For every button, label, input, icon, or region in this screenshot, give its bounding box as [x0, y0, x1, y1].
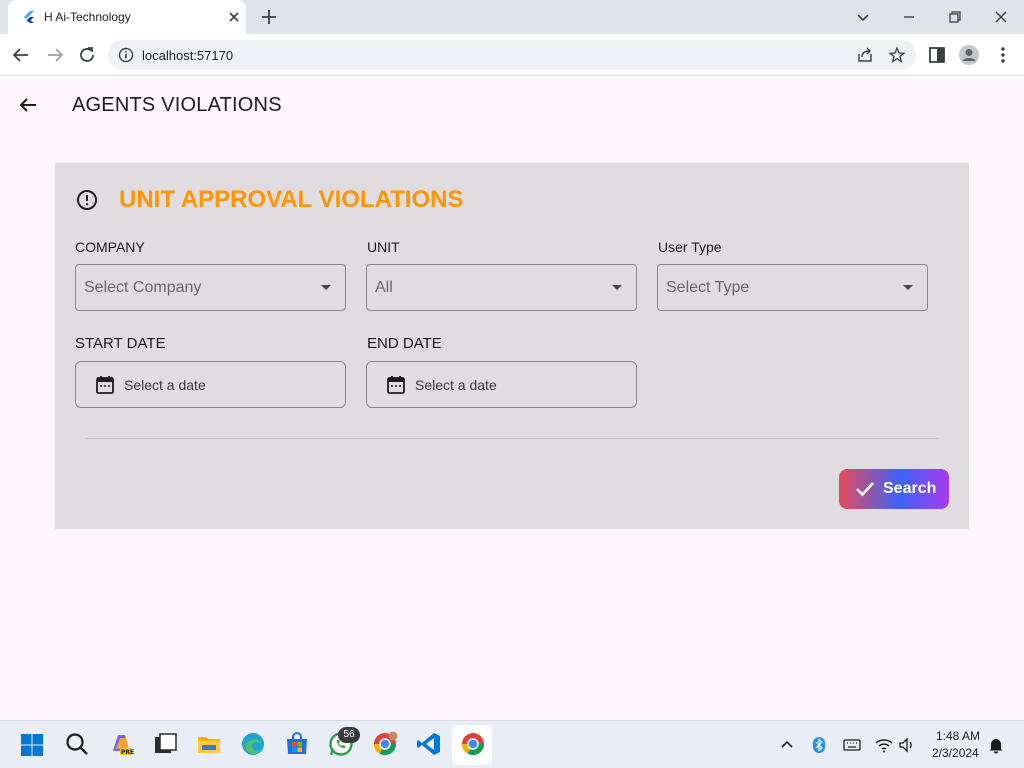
restore-icon[interactable]: [944, 6, 966, 28]
microsoft-store-icon[interactable]: [284, 731, 310, 757]
start-date-value: Select a date: [124, 377, 206, 393]
company-select[interactable]: Select Company: [75, 264, 346, 311]
wifi-icon[interactable]: [875, 736, 893, 754]
close-window-icon[interactable]: [990, 6, 1012, 28]
bluetooth-icon[interactable]: [810, 736, 828, 754]
forward-icon[interactable]: [44, 44, 66, 66]
user-type-select-value: Select Type: [666, 279, 750, 296]
calendar-icon: [387, 376, 405, 394]
clock-time[interactable]: 1:48 AM: [936, 729, 980, 743]
notification-bell-icon[interactable]: [987, 736, 1005, 754]
user-type-label: User Type: [658, 239, 722, 255]
close-tab-icon[interactable]: [226, 9, 242, 25]
address-bar[interactable]: localhost:57170: [108, 40, 916, 70]
company-select-value: Select Company: [84, 279, 202, 296]
profile-avatar-icon[interactable]: [958, 44, 980, 66]
start-date-label: START DATE: [75, 335, 166, 352]
browser-tabstrip: H Ai-Technology: [0, 0, 1024, 34]
tab-search-icon[interactable]: [852, 6, 874, 28]
company-label: COMPANY: [75, 239, 145, 255]
clock-date[interactable]: 2/3/2024: [932, 746, 979, 760]
flutter-icon: [24, 11, 34, 23]
app-back-icon[interactable]: [16, 93, 40, 117]
task-view-icon[interactable]: [152, 731, 178, 757]
page-title: AGENTS VIOLATIONS: [72, 94, 282, 116]
reload-icon[interactable]: [76, 44, 98, 66]
share-icon[interactable]: [856, 46, 874, 64]
end-date-value: Select a date: [415, 377, 497, 393]
end-date-picker[interactable]: Select a date: [366, 361, 637, 408]
unit-select-value: All: [375, 279, 393, 296]
search-button-label: Search: [883, 480, 937, 497]
chevron-up-icon[interactable]: [778, 736, 796, 754]
card-title: UNIT APPROVAL VIOLATIONS: [119, 186, 464, 213]
browser-menu-icon[interactable]: [992, 44, 1014, 66]
whatsapp-unread-badge: 56: [338, 727, 360, 743]
dropdown-arrow-icon: [903, 285, 913, 290]
volume-icon[interactable]: [898, 736, 916, 754]
browser-tab[interactable]: H Ai-Technology: [8, 0, 246, 34]
alert-icon: [77, 190, 97, 210]
calendar-icon: [96, 376, 114, 394]
start-date-picker[interactable]: Select a date: [75, 361, 346, 408]
dropdown-arrow-icon: [321, 285, 331, 290]
bookmark-star-icon[interactable]: [888, 46, 906, 64]
site-info-icon[interactable]: [118, 47, 134, 63]
windows-taskbar: PRE 56 1:48 AM 2/3/2024: [0, 720, 1024, 768]
back-icon[interactable]: [10, 44, 32, 66]
card-divider: [85, 438, 939, 439]
violations-filter-card: UNIT APPROVAL VIOLATIONS COMPANY Select …: [55, 163, 969, 529]
tab-title: H Ai-Technology: [44, 10, 131, 24]
edge-icon[interactable]: [240, 731, 266, 757]
browser-toolbar: localhost:57170: [0, 34, 1024, 76]
url-text[interactable]: localhost:57170: [142, 48, 233, 63]
end-date-label: END DATE: [367, 335, 442, 352]
copilot-icon[interactable]: PRE: [108, 731, 134, 757]
vscode-icon[interactable]: [416, 731, 442, 757]
file-explorer-icon[interactable]: [196, 731, 222, 757]
side-panel-icon[interactable]: [926, 44, 948, 66]
chrome-icon[interactable]: [460, 731, 486, 757]
search-button[interactable]: Search: [839, 469, 949, 509]
windows-start-icon[interactable]: [20, 733, 44, 757]
minimize-icon[interactable]: [898, 6, 920, 28]
user-type-select[interactable]: Select Type: [657, 264, 928, 311]
dropdown-arrow-icon: [612, 285, 622, 290]
new-tab-icon[interactable]: [260, 8, 278, 26]
unit-label: UNIT: [367, 239, 400, 255]
chrome-profile-icon[interactable]: [372, 731, 398, 757]
unit-select[interactable]: All: [366, 264, 637, 311]
check-icon: [856, 482, 874, 497]
svg-text:PRE: PRE: [121, 749, 134, 756]
keyboard-icon[interactable]: [843, 736, 861, 754]
search-icon[interactable]: [64, 731, 90, 757]
